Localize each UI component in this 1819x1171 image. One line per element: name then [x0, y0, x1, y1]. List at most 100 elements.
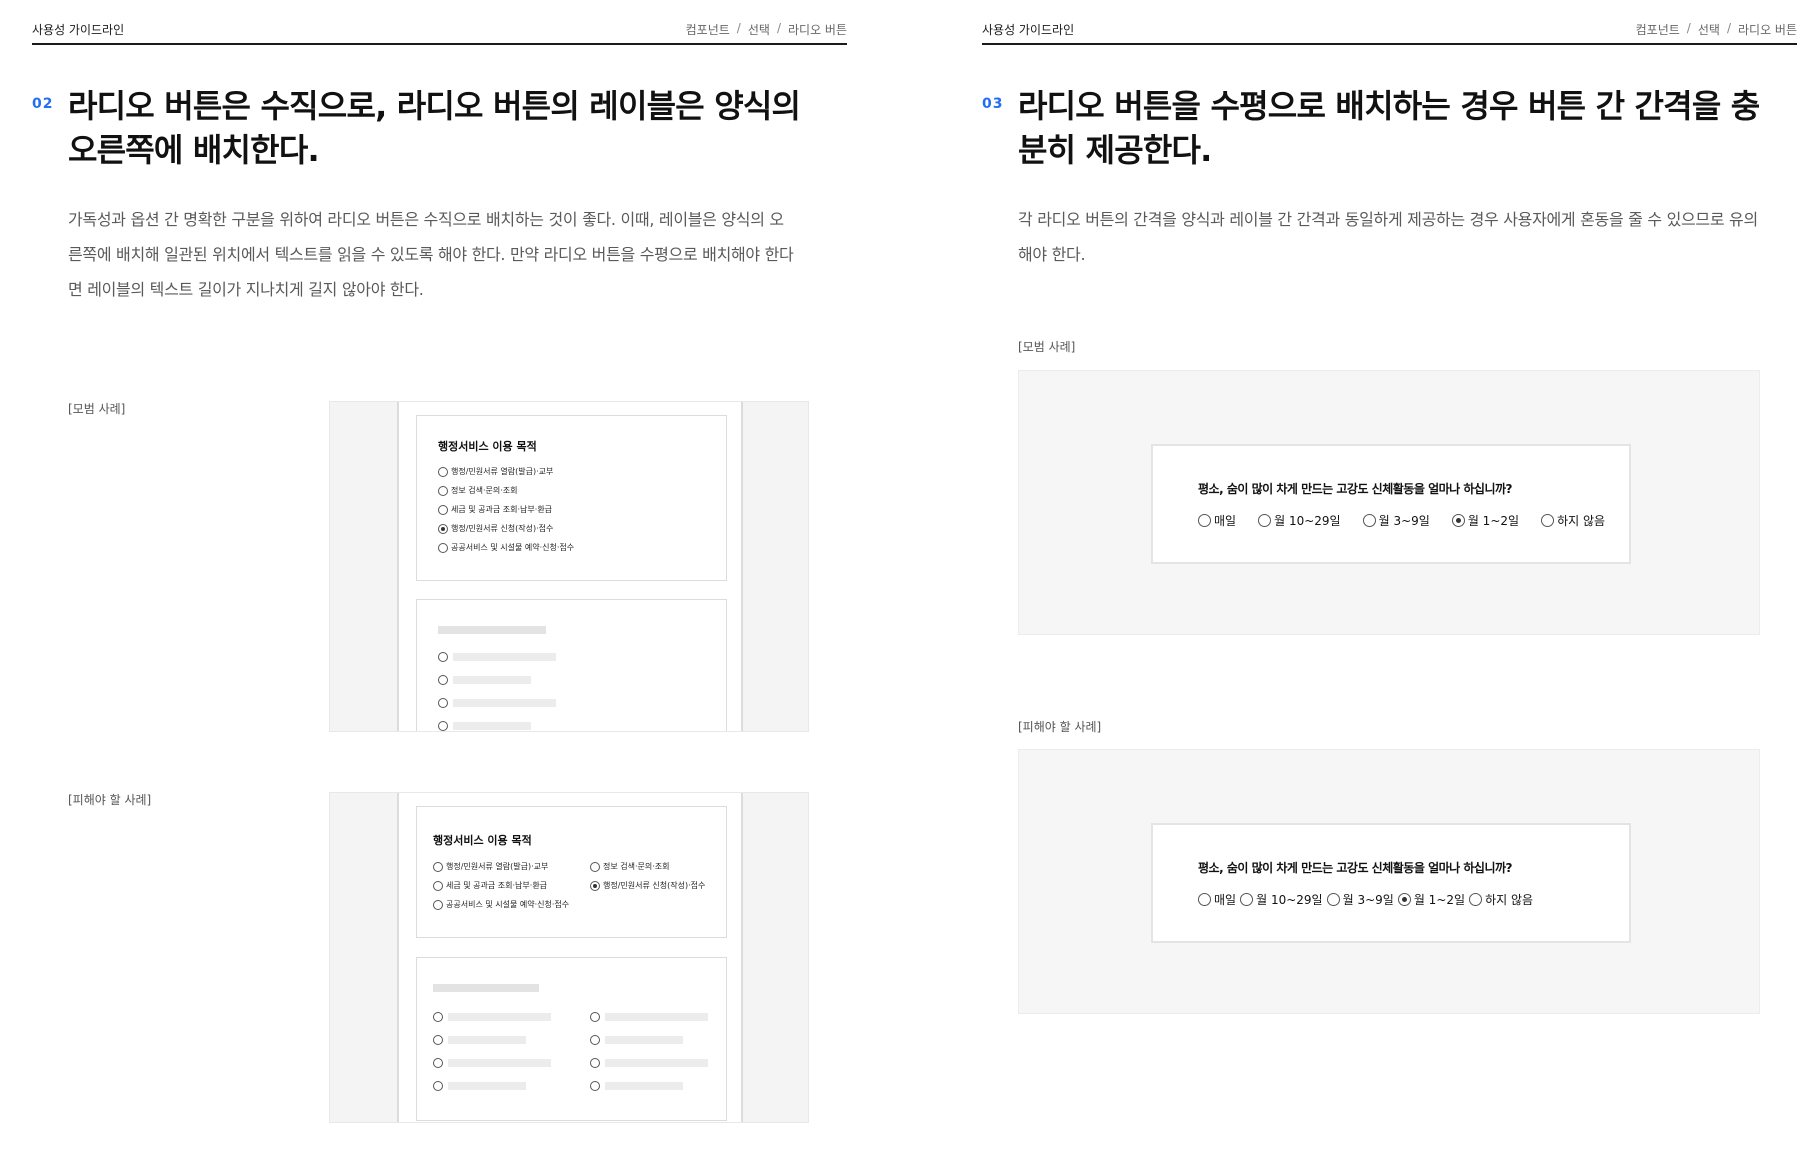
good-case-label: [모범 사례] [1018, 340, 1076, 354]
radio-button[interactable] [438, 466, 448, 477]
radio-label: 매일 [1214, 514, 1237, 528]
radio-button[interactable] [433, 899, 443, 910]
breadcrumb: 컴포넌트 / 선택 / 라디오 버튼 [1636, 21, 1797, 38]
breadcrumb-item[interactable]: 라디오 버튼 [788, 21, 847, 38]
radio-option[interactable]: 행정/민원서류 신청(작성)·접수 [590, 880, 705, 891]
section-number: 02 [32, 96, 54, 112]
page-header: 사용성 가이드라인 컴포넌트 / 선택 / 라디오 버튼 [982, 18, 1797, 45]
question-text: 평소, 숨이 많이 차게 만드는 고강도 신체활동을 얼마나 하십니까? [1198, 482, 1512, 496]
bad-example-pane: 평소, 숨이 많이 차게 만드는 고강도 신체활동을 얼마나 하십니까? 매일 … [1018, 749, 1760, 1014]
radio-button[interactable] [1326, 893, 1340, 906]
form-card-title: 행정서비스 이용 목적 [433, 834, 532, 847]
good-example-pane: 평소, 숨이 많이 차게 만드는 고강도 신체활동을 얼마나 하십니까? 매일 … [1018, 370, 1760, 635]
radio-button[interactable] [1198, 893, 1211, 906]
breadcrumb-separator: / [1726, 21, 1731, 35]
radio-button[interactable] [1240, 893, 1254, 906]
radio-button[interactable] [1258, 514, 1272, 527]
radio-button[interactable] [438, 504, 448, 515]
radio-button[interactable] [438, 542, 448, 553]
breadcrumb-item[interactable]: 컴포넌트 [686, 21, 730, 38]
radio-option[interactable]: 월 1~2일 [1451, 512, 1520, 529]
radio-label: 매일 [1214, 893, 1237, 907]
breadcrumb: 컴포넌트 / 선택 / 라디오 버튼 [686, 21, 847, 38]
radio-option[interactable]: 행정/민원서류 열람(발급)·교부 [438, 466, 553, 477]
radio-option[interactable]: 하지 않음 [1541, 512, 1605, 529]
radio-button[interactable] [433, 861, 443, 872]
question-card: 평소, 숨이 많이 차게 만드는 고강도 신체활동을 얼마나 하십니까? 매일 … [1151, 444, 1631, 564]
radio-option[interactable]: 월 10~29일 [1240, 891, 1323, 908]
breadcrumb-item[interactable]: 라디오 버튼 [1738, 21, 1797, 38]
radio-button[interactable] [1541, 514, 1555, 527]
radio-button[interactable] [1469, 893, 1483, 906]
form-card-title: 행정서비스 이용 목적 [438, 440, 537, 453]
placeholder-option [438, 675, 531, 685]
radio-option[interactable]: 월 1~2일 [1397, 891, 1466, 908]
section-title: 라디오 버튼은 수직으로, 라디오 버튼의 레이블은 양식의 오른쪽에 배치한다… [68, 87, 801, 169]
radio-button [590, 1035, 600, 1045]
radio-button [438, 721, 448, 731]
radio-option[interactable]: 월 3~9일 [1362, 512, 1430, 529]
placeholder-option [590, 1035, 683, 1045]
radio-label: 월 1~2일 [1413, 893, 1466, 907]
breadcrumb-item[interactable]: 선택 [1698, 21, 1720, 38]
radio-button-selected[interactable] [438, 523, 448, 534]
form-card: 행정서비스 이용 목적 행정/민원서류 열람(발급)·교부 정보 검색·문의·조… [416, 806, 727, 938]
radio-button [590, 1012, 600, 1022]
radio-option[interactable]: 하지 않음 [1469, 891, 1533, 908]
radio-option[interactable]: 정보 검색·문의·조회 [438, 485, 518, 496]
page-header: 사용성 가이드라인 컴포넌트 / 선택 / 라디오 버튼 [32, 18, 847, 45]
question-card: 평소, 숨이 많이 차게 만드는 고강도 신체활동을 얼마나 하십니까? 매일 … [1151, 823, 1631, 943]
radio-label: 행정/민원서류 신청(작성)·접수 [451, 524, 554, 533]
guide-brand: 사용성 가이드라인 [32, 23, 125, 37]
radio-button[interactable] [433, 880, 443, 891]
guide-brand: 사용성 가이드라인 [982, 23, 1075, 37]
breadcrumb-item[interactable]: 컴포넌트 [1636, 21, 1680, 38]
bad-case-label: [피해야 할 사례] [68, 793, 152, 807]
radio-label: 정보 검색·문의·조회 [603, 862, 670, 871]
radio-option[interactable]: 공공서비스 및 시설물 예약·신청·접수 [438, 542, 574, 553]
radio-button [433, 1035, 443, 1045]
question-text: 평소, 숨이 많이 차게 만드는 고강도 신체활동을 얼마나 하십니까? [1198, 861, 1512, 875]
form-card: 행정서비스 이용 목적 행정/민원서류 열람(발급)·교부 정보 검색·문의·조… [416, 415, 727, 581]
radio-option[interactable]: 행정/민원서류 신청(작성)·접수 [438, 523, 553, 534]
placeholder-option [590, 1012, 708, 1022]
section-number: 03 [982, 96, 1004, 112]
placeholder-card [416, 957, 727, 1121]
radio-button [438, 652, 448, 662]
radio-label: 월 3~9일 [1378, 514, 1430, 528]
radio-option[interactable]: 매일 [1198, 891, 1236, 908]
breadcrumb-separator: / [736, 21, 741, 35]
radio-button[interactable] [1198, 514, 1211, 527]
radio-group: 매일 월 10~29일 월 3~9일 월 1~2일 하지 않음 [1198, 891, 1533, 908]
placeholder-option [590, 1058, 708, 1068]
radio-option[interactable]: 공공서비스 및 시설물 예약·신청·접수 [433, 899, 569, 910]
radio-button [438, 675, 448, 685]
radio-option[interactable]: 행정/민원서류 열람(발급)·교부 [433, 861, 548, 872]
radio-button-selected[interactable] [1397, 893, 1411, 906]
radio-button[interactable] [1362, 514, 1376, 527]
placeholder-option [433, 1012, 551, 1022]
radio-label: 세금 및 공과금 조회·납부·환급 [451, 505, 553, 514]
breadcrumb-item[interactable]: 선택 [748, 21, 770, 38]
radio-label: 월 1~2일 [1467, 514, 1520, 528]
radio-label: 행정/민원서류 열람(발급)·교부 [451, 467, 554, 476]
bad-example-mockup: 행정서비스 이용 목적 행정/민원서류 열람(발급)·교부 정보 검색·문의·조… [329, 792, 809, 1123]
breadcrumb-separator: / [1686, 21, 1691, 35]
radio-option[interactable]: 월 3~9일 [1326, 891, 1394, 908]
radio-option[interactable]: 매일 [1198, 512, 1236, 529]
radio-button-selected[interactable] [590, 880, 600, 891]
radio-button-selected[interactable] [1451, 514, 1465, 527]
radio-option[interactable]: 세금 및 공과금 조회·납부·환급 [433, 880, 547, 891]
radio-button[interactable] [438, 485, 448, 496]
radio-button[interactable] [590, 861, 600, 872]
placeholder-option [438, 698, 556, 708]
radio-label: 행정/민원서류 신청(작성)·접수 [603, 881, 706, 890]
section-description: 가독성과 옵션 간 명확한 구분을 위하여 라디오 버튼은 수직으로 배치하는 … [68, 210, 794, 299]
radio-group: 매일 월 10~29일 월 3~9일 월 1~2일 하지 않음 [1198, 512, 1605, 529]
radio-option[interactable]: 정보 검색·문의·조회 [590, 861, 670, 872]
radio-option[interactable]: 세금 및 공과금 조회·납부·환급 [438, 504, 552, 515]
mockup-screen: 행정서비스 이용 목적 행정/민원서류 열람(발급)·교부 정보 검색·문의·조… [397, 793, 743, 1122]
radio-label: 월 10~29일 [1274, 514, 1341, 528]
mockup-screen: 행정서비스 이용 목적 행정/민원서류 열람(발급)·교부 정보 검색·문의·조… [397, 402, 743, 731]
radio-option[interactable]: 월 10~29일 [1258, 512, 1341, 529]
